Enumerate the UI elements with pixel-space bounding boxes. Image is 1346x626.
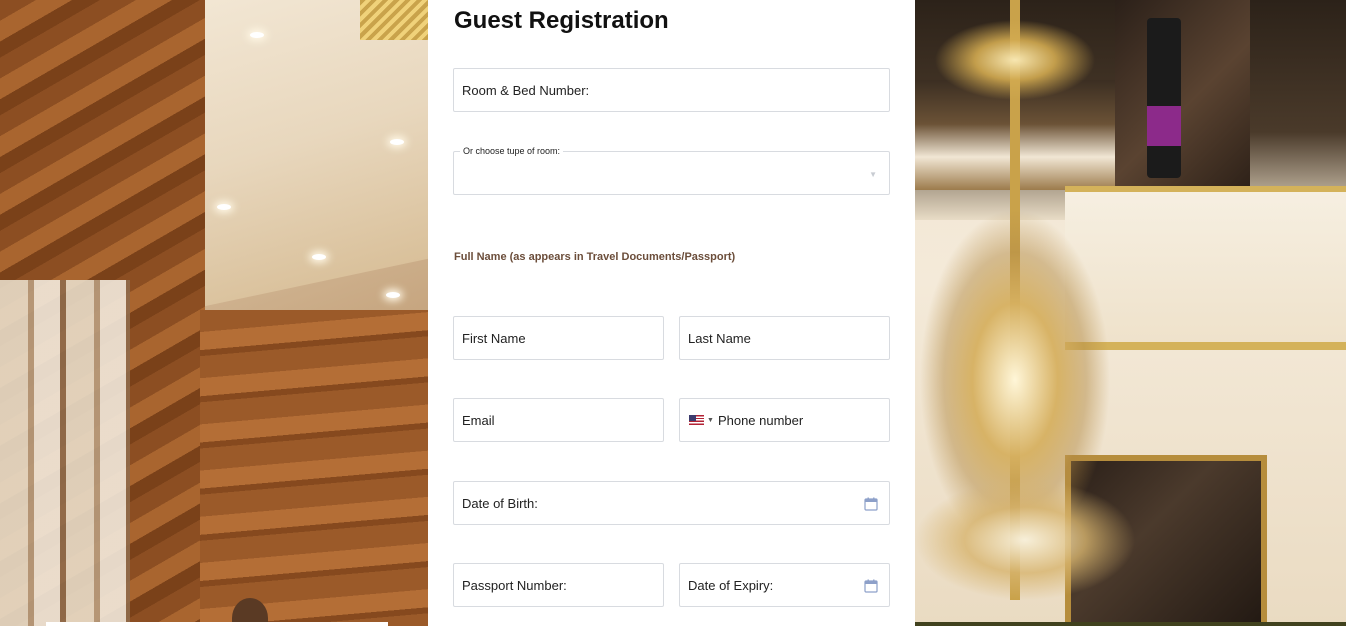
last-name-placeholder: Last Name (688, 330, 751, 346)
calendar-icon[interactable] (864, 497, 878, 511)
glass-shelves (0, 280, 130, 626)
registration-form: Guest Registration Room & Bed Number: Or… (428, 0, 915, 626)
gold-trim (360, 0, 428, 40)
email-placeholder: Email (462, 412, 495, 428)
chandelier-small (915, 480, 1135, 626)
first-name-field[interactable]: First Name (453, 316, 664, 360)
date-of-birth-field[interactable]: Date of Birth: (453, 481, 890, 525)
page-title: Guest Registration (454, 7, 669, 34)
full-name-section-label: Full Name (as appears in Travel Document… (454, 251, 736, 263)
wood-panel (200, 310, 428, 626)
bottom-strip (915, 622, 1346, 626)
passport-number-field[interactable]: Passport Number: (453, 563, 664, 607)
background-image-right (915, 0, 1346, 626)
person (1147, 18, 1181, 178)
us-flag-icon[interactable] (689, 415, 704, 425)
last-name-field[interactable]: Last Name (679, 316, 890, 360)
ceiling-light (390, 139, 404, 145)
background-image-left (0, 0, 428, 626)
room-type-label: Or choose tupe of room: (460, 146, 564, 156)
email-field[interactable]: Email (453, 398, 664, 442)
ceiling-light (250, 32, 264, 38)
date-of-birth-label: Date of Birth: (462, 495, 538, 511)
first-name-placeholder: First Name (462, 330, 526, 346)
caret-down-icon[interactable]: ▼ (707, 417, 714, 424)
phone-field[interactable]: ▼ Phone number (679, 398, 890, 442)
phone-placeholder: Phone number (717, 412, 804, 428)
room-bed-number-field[interactable]: Room & Bed Number: (453, 68, 890, 112)
date-of-expiry-label: Date of Expiry: (688, 577, 774, 593)
ceiling-light (217, 204, 231, 210)
date-of-expiry-field[interactable]: Date of Expiry: (679, 563, 890, 607)
bottom-strip (46, 622, 388, 626)
ceiling-light (386, 292, 400, 298)
room-bed-number-label: Room & Bed Number: (462, 82, 590, 98)
room-type-select[interactable]: Or choose tupe of room: ▼ (453, 146, 890, 195)
passport-number-label: Passport Number: (462, 577, 567, 593)
ceiling-light (312, 254, 326, 260)
calendar-icon[interactable] (864, 579, 878, 593)
chevron-down-icon[interactable]: ▼ (869, 170, 877, 179)
